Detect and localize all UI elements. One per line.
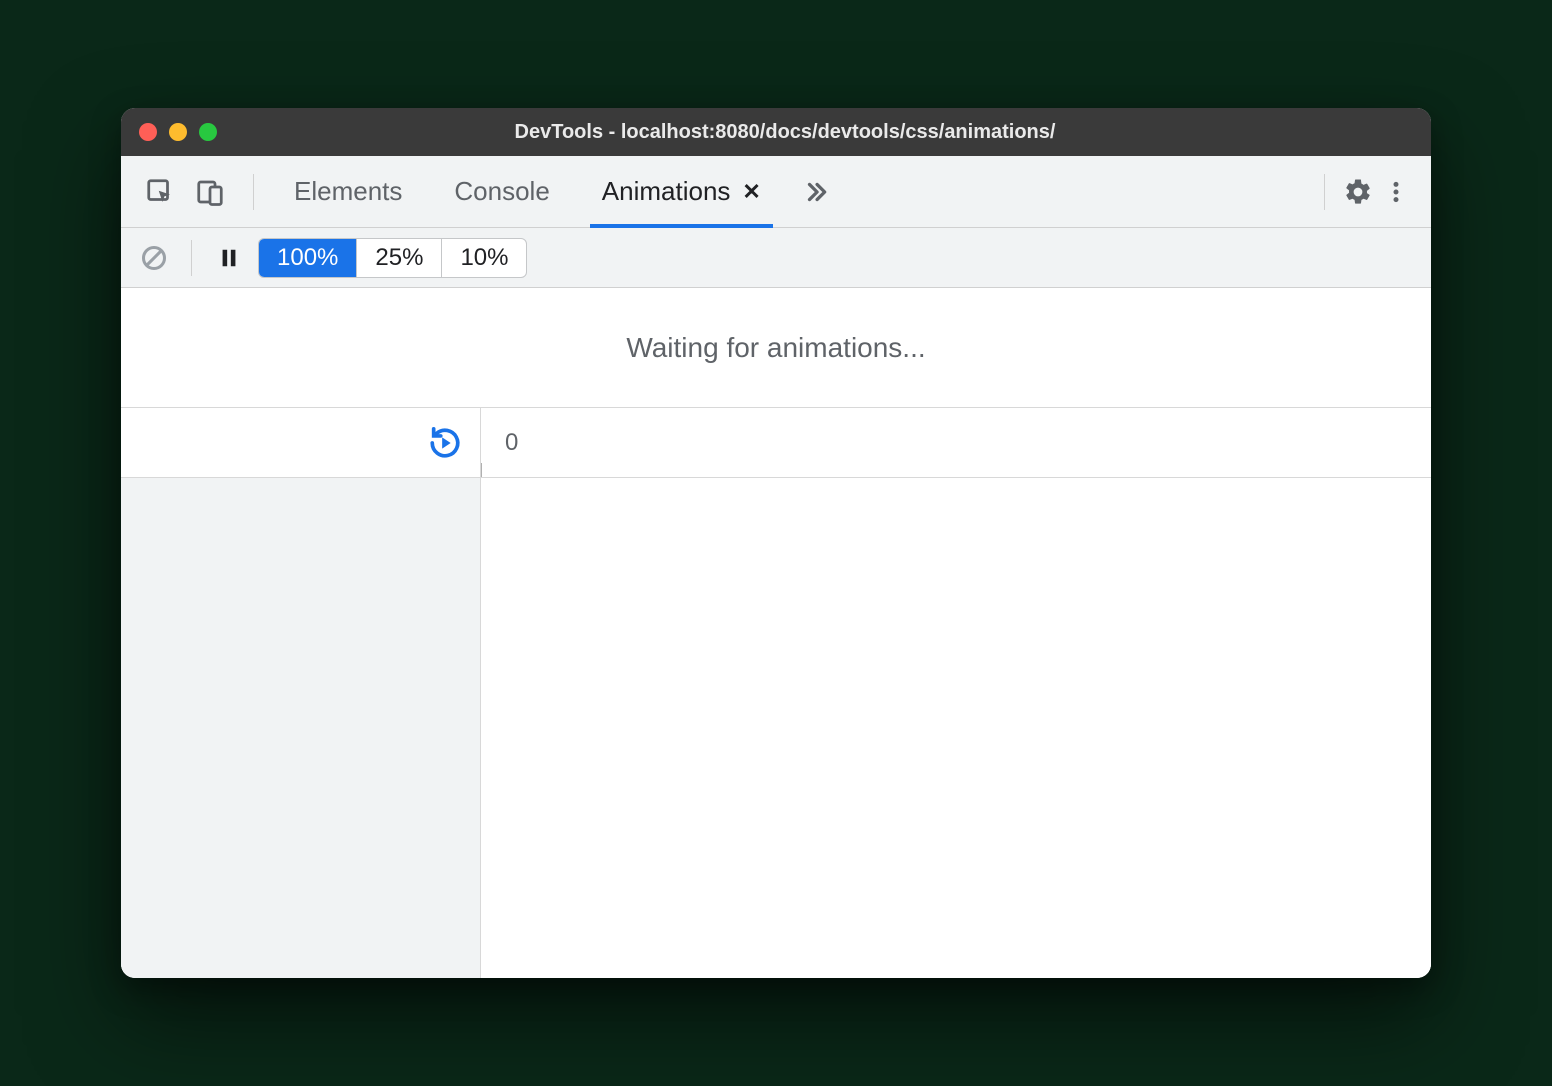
tab-console[interactable]: Console [428, 156, 575, 227]
window-maximize-button[interactable] [199, 123, 217, 141]
window-minimize-button[interactable] [169, 123, 187, 141]
tab-label: Console [454, 176, 549, 207]
kebab-icon [1383, 179, 1409, 205]
inspect-element-icon[interactable] [141, 173, 179, 211]
separator [191, 240, 192, 276]
timeline-tick [481, 463, 482, 477]
close-icon[interactable]: ✕ [742, 179, 760, 205]
tabs: Elements Console Animations ✕ [268, 156, 845, 227]
speed-100-button[interactable]: 100% [259, 239, 357, 277]
tabbar-left-icons [131, 156, 239, 227]
gear-icon [1343, 177, 1373, 207]
window-close-button[interactable] [139, 123, 157, 141]
timeline-content [121, 478, 1431, 978]
animation-list-pane [121, 478, 481, 978]
separator [253, 174, 254, 210]
clear-icon [140, 244, 168, 272]
playback-speed-group: 100% 25% 10% [258, 238, 527, 278]
tab-label: Elements [294, 176, 402, 207]
device-toggle-icon[interactable] [191, 173, 229, 211]
titlebar: DevTools - localhost:8080/docs/devtools/… [121, 108, 1431, 156]
timeline-header: 0 [121, 408, 1431, 478]
traffic-lights [139, 123, 217, 141]
more-tabs-button[interactable] [787, 156, 845, 227]
timeline-start-label: 0 [481, 429, 518, 457]
replay-button[interactable] [428, 426, 462, 460]
tab-label: Animations [602, 176, 731, 207]
clear-button[interactable] [135, 239, 173, 277]
chevron-right-double-icon [803, 179, 829, 205]
devtools-window: DevTools - localhost:8080/docs/devtools/… [121, 108, 1431, 978]
tabbar-right-icons [1310, 156, 1421, 227]
animations-toolbar: 100% 25% 10% [121, 228, 1431, 288]
settings-button[interactable] [1339, 173, 1377, 211]
speed-10-button[interactable]: 10% [442, 239, 526, 277]
pause-icon [218, 247, 240, 269]
status-message: Waiting for animations... [121, 288, 1431, 408]
timeline-pane[interactable] [481, 478, 1431, 978]
window-title: DevTools - localhost:8080/docs/devtools/… [217, 121, 1413, 144]
devtools-tabbar: Elements Console Animations ✕ [121, 156, 1431, 228]
tab-elements[interactable]: Elements [268, 156, 428, 227]
timeline-controls [121, 408, 481, 477]
speed-25-button[interactable]: 25% [357, 239, 442, 277]
tab-animations[interactable]: Animations ✕ [576, 156, 787, 227]
separator [1324, 174, 1325, 210]
more-menu-button[interactable] [1377, 173, 1415, 211]
replay-icon [428, 426, 462, 460]
pause-button[interactable] [210, 239, 248, 277]
